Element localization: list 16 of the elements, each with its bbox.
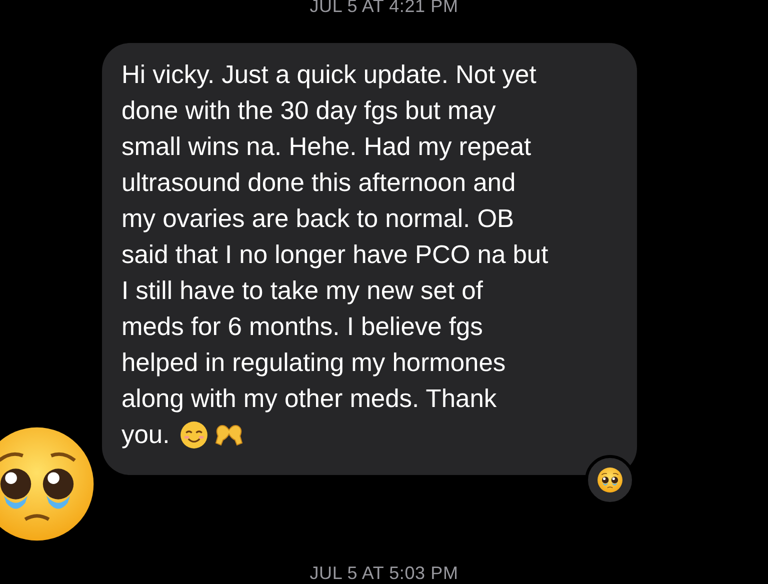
message-line: my ovaries are back to normal. OB: [122, 204, 516, 235]
message-line: you.: [122, 420, 170, 451]
message-line: meds for 6 months. I believe fgs: [122, 312, 484, 343]
message-line: ultrasound done this afternoon and: [122, 168, 517, 199]
message-line: I still have to take my new set of: [122, 276, 484, 307]
smiling-face-icon: [180, 421, 208, 449]
message-line: Hi vicky. Just a quick update. Not yet: [122, 60, 538, 91]
heart-hands-icon: [214, 423, 244, 447]
timestamp: JUL 5 AT 5:03 PM: [310, 563, 458, 583]
message-line: done with the 30 day fgs but may: [122, 96, 497, 127]
pleading-face-icon: [596, 467, 622, 493]
message-line: said that I no longer have PCO na but: [122, 240, 550, 271]
message-line: along with my other meds. Thank: [122, 384, 498, 415]
message-line: small wins na. Hehe. Had my repeat: [122, 132, 532, 163]
message-line: helped in regulating my hormones: [122, 348, 507, 379]
pleading-face-icon: [0, 425, 96, 543]
